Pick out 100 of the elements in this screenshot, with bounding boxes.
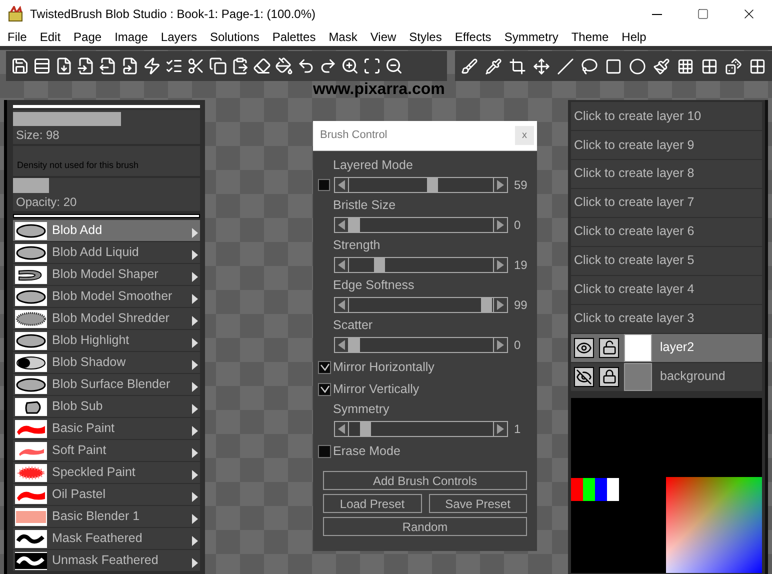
create-layer-button[interactable]: Click to create layer 3	[571, 304, 762, 332]
zoom-in-icon[interactable]	[341, 57, 359, 75]
brush-icon[interactable]	[461, 58, 478, 74]
slider-thumb[interactable]	[427, 178, 438, 192]
brush-item[interactable]: Blob Add	[13, 220, 200, 241]
checkbox[interactable]	[318, 444, 331, 458]
create-layer-button[interactable]: Click to create layer 10	[571, 102, 762, 130]
menu-item[interactable]: Symmetry	[498, 28, 565, 46]
create-layer-button[interactable]: Click to create layer 5	[571, 246, 762, 275]
slider[interactable]	[334, 177, 508, 193]
menu-item[interactable]: Theme	[564, 28, 616, 46]
copy-icon[interactable]	[209, 57, 227, 75]
eraser-icon[interactable]	[253, 57, 271, 75]
crop-icon[interactable]	[509, 58, 526, 74]
checkbox[interactable]	[318, 382, 331, 396]
bucket-icon[interactable]	[275, 57, 293, 75]
brush-item[interactable]: Unmask Feathered	[13, 550, 200, 571]
slider[interactable]	[334, 217, 508, 233]
layer-row[interactable]: layer2	[571, 334, 762, 362]
brush-item[interactable]: Blob Add Liquid	[13, 242, 200, 263]
brush-item[interactable]: Speckled Paint	[13, 462, 200, 483]
brush-item[interactable]: Oil Pastel	[13, 484, 200, 505]
lock-icon[interactable]	[599, 366, 619, 386]
panel-icon[interactable]	[33, 57, 51, 75]
create-layer-button[interactable]: Click to create layer 8	[571, 160, 762, 188]
redo-icon[interactable]	[319, 57, 337, 75]
create-layer-button[interactable]: Click to create layer 6	[571, 218, 762, 246]
menu-item[interactable]: Effects	[448, 28, 498, 46]
brush-item[interactable]: Blob Model Shaper	[13, 264, 200, 285]
menu-item[interactable]: Help	[615, 28, 653, 46]
color-swatch[interactable]	[571, 478, 583, 502]
actual-size-icon[interactable]	[363, 57, 381, 75]
color-picker[interactable]	[666, 477, 762, 574]
menu-item[interactable]: Palettes	[266, 28, 322, 46]
paste-icon[interactable]	[231, 57, 249, 75]
create-layer-button[interactable]: Click to create layer 9	[571, 130, 762, 159]
rectangle-icon[interactable]	[605, 58, 622, 74]
menu-item[interactable]: View	[364, 28, 403, 46]
create-layer-button[interactable]: Click to create layer 4	[571, 276, 762, 304]
brush-item[interactable]: Basic Paint	[13, 418, 200, 439]
lasso-icon[interactable]	[581, 58, 598, 74]
save-icon[interactable]	[11, 57, 29, 75]
brush-item[interactable]: Blob Model Shredder	[13, 308, 200, 329]
dialog-button[interactable]: Random	[323, 517, 527, 536]
slider-thumb[interactable]	[349, 218, 360, 232]
dialog-button[interactable]: Save Preset	[428, 494, 527, 513]
menu-item[interactable]: File	[1, 28, 34, 46]
zoom-out-icon[interactable]	[385, 57, 403, 75]
page-arrow-icon[interactable]	[121, 57, 139, 75]
move-icon[interactable]	[533, 58, 550, 74]
dialog-button[interactable]: Load Preset	[323, 494, 422, 513]
page-back-icon[interactable]	[77, 57, 95, 75]
unlock-icon[interactable]	[599, 338, 619, 358]
close-button[interactable]: x	[515, 126, 534, 145]
brush-item[interactable]: Blob Shadow	[13, 352, 200, 373]
checkbox-option[interactable]: Mirror Horizontally	[318, 357, 537, 377]
menu-item[interactable]: Edit	[33, 28, 68, 46]
color-swatch[interactable]	[607, 478, 619, 502]
fill-icon[interactable]	[653, 58, 670, 74]
brush-item[interactable]: Basic Blender 1	[13, 506, 200, 527]
menu-item[interactable]: Layers	[154, 28, 204, 46]
checkbox-option[interactable]: Mirror Vertically	[318, 379, 537, 399]
color-swatch[interactable]	[595, 478, 607, 502]
menu-item[interactable]: Mask	[322, 28, 364, 46]
slider[interactable]	[334, 297, 508, 313]
slider[interactable]	[334, 421, 508, 437]
eye-icon[interactable]	[574, 338, 594, 358]
slider-thumb[interactable]	[360, 422, 371, 436]
eye-closed-icon[interactable]	[574, 366, 594, 386]
ellipse-icon[interactable]	[629, 58, 646, 74]
eyedropper-icon[interactable]	[485, 58, 502, 74]
checker-icon[interactable]	[701, 58, 718, 74]
checkbox-option[interactable]: Erase Mode	[318, 441, 537, 461]
brush-item[interactable]: Blob Highlight	[13, 330, 200, 351]
slider-thumb[interactable]	[480, 298, 492, 312]
lightning-icon[interactable]	[143, 57, 161, 75]
slider-thumb[interactable]	[374, 258, 386, 272]
menu-item[interactable]: Solutions	[203, 28, 266, 46]
menu-item[interactable]: Image	[108, 28, 154, 46]
brush-item[interactable]: Blob Sub	[13, 396, 200, 417]
brush-item[interactable]: Blob Model Smoother	[13, 286, 200, 307]
texture-icon[interactable]	[725, 58, 742, 74]
page-icon[interactable]	[55, 57, 73, 75]
slider[interactable]	[334, 257, 508, 273]
checkbox[interactable]	[318, 360, 331, 374]
menu-item[interactable]: Page	[67, 28, 108, 46]
cut-icon[interactable]	[187, 57, 205, 75]
undo-icon[interactable]	[297, 57, 315, 75]
brush-item[interactable]: Soft Paint	[13, 440, 200, 461]
grid-icon[interactable]	[749, 58, 766, 74]
opacity-setting[interactable]: Opacity: 20	[13, 178, 200, 212]
layer-row[interactable]: background	[571, 362, 762, 390]
page-forward-icon[interactable]	[99, 57, 117, 75]
checkbox[interactable]	[318, 179, 330, 191]
slider-thumb[interactable]	[349, 338, 360, 352]
slider[interactable]	[334, 337, 508, 353]
brush-item[interactable]: Blob Surface Blender	[13, 374, 200, 395]
list-icon[interactable]	[165, 57, 183, 75]
brush-item[interactable]: Mask Feathered	[13, 528, 200, 549]
color-swatch[interactable]	[583, 478, 595, 502]
